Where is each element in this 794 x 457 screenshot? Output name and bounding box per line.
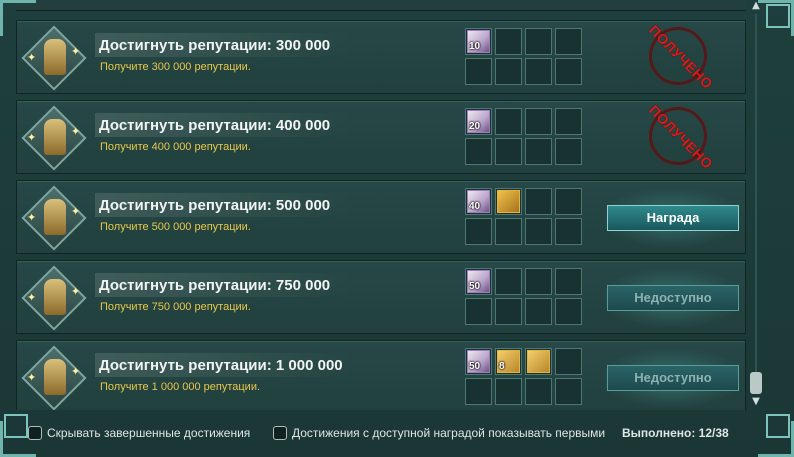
show-rewards-first-label: Достижения с доступной наградой показыва… — [292, 426, 606, 440]
claim-reward-button[interactable]: Награда — [607, 205, 739, 231]
reward-slot[interactable]: 50 — [465, 268, 492, 295]
frame-knot-icon — [766, 4, 790, 28]
reward-slot[interactable]: 50 — [465, 348, 492, 375]
achievement-description: Получите 500 000 репутации. — [100, 221, 251, 233]
reward-slot — [465, 378, 492, 405]
achievement-description: Получите 300 000 репутации. — [100, 61, 251, 73]
achievements-panel: ✦ ✦ Достигнуть репутации: 300 000 Получи… — [0, 0, 794, 457]
reward-slot — [525, 138, 552, 165]
received-stamp: ПОЛУЧЕНО — [641, 22, 717, 92]
treasure-chest-icon[interactable] — [527, 350, 550, 373]
reputation-statue-icon: ✦ ✦ — [21, 105, 87, 171]
reward-slot — [465, 58, 492, 85]
reward-slot — [555, 58, 582, 85]
item-count: 50 — [469, 361, 481, 372]
reward-slot — [555, 348, 582, 375]
reputation-token-icon[interactable]: 10 — [467, 30, 490, 53]
show-rewards-first-checkbox[interactable] — [273, 426, 287, 440]
reward-slot — [555, 108, 582, 135]
reputation-statue-icon: ✦ ✦ — [21, 185, 87, 251]
reputation-statue-icon: ✦ ✦ — [21, 265, 87, 331]
previous-row-edge — [16, 0, 746, 11]
reward-slot[interactable]: 8 — [495, 348, 522, 375]
reward-slot — [555, 268, 582, 295]
unavailable-button: Недоступно — [607, 365, 739, 391]
achievement-row: ✦ ✦ Достигнуть репутации: 750 000 Получи… — [16, 260, 746, 334]
reward-slot — [525, 218, 552, 245]
reward-slot[interactable] — [525, 348, 552, 375]
achievement-row: ✦ ✦ Достигнуть репутации: 1 000 000 Полу… — [16, 340, 746, 410]
item-count: 20 — [469, 121, 481, 132]
frame-knot-icon — [4, 414, 28, 438]
reward-slot — [525, 108, 552, 135]
completion-progress: Выполнено: 12/38 — [622, 426, 729, 440]
achievement-description: Получите 750 000 репутации. — [100, 301, 251, 313]
hide-completed-label: Скрывать завершенные достижения — [47, 426, 251, 440]
frame-corner-top-left — [0, 0, 36, 36]
achievement-title: Достигнуть репутации: 750 000 — [99, 277, 331, 294]
reward-slot — [465, 298, 492, 325]
achievement-title: Достигнуть репутации: 300 000 — [99, 37, 331, 54]
frame-knot-icon — [766, 414, 790, 438]
received-stamp: ПОЛУЧЕНО — [641, 102, 717, 172]
reward-slot — [555, 298, 582, 325]
reward-slot — [495, 298, 522, 325]
reward-slot — [555, 138, 582, 165]
reward-slot — [495, 268, 522, 295]
reward-slot — [555, 378, 582, 405]
item-count: 10 — [469, 41, 481, 52]
reward-slot — [525, 378, 552, 405]
reward-slot[interactable] — [495, 188, 522, 215]
reward-slot[interactable]: 20 — [465, 108, 492, 135]
reward-slot — [555, 28, 582, 55]
reputation-token-icon[interactable]: 50 — [467, 350, 490, 373]
reward-slot — [525, 268, 552, 295]
reward-slot[interactable]: 10 — [465, 28, 492, 55]
reward-slot — [525, 58, 552, 85]
achievement-description: Получите 1 000 000 репутации. — [100, 381, 261, 393]
achievement-title: Достигнуть репутации: 1 000 000 — [99, 357, 343, 374]
unavailable-button: Недоступно — [607, 285, 739, 311]
achievement-row: ✦ ✦ Достигнуть репутации: 500 000 Получи… — [16, 180, 746, 254]
reward-slot — [495, 58, 522, 85]
reward-slot — [555, 218, 582, 245]
achievement-title: Достигнуть репутации: 500 000 — [99, 197, 331, 214]
treasure-chest-icon[interactable]: 8 — [497, 350, 520, 373]
hide-completed-option[interactable]: Скрывать завершенные достижения — [28, 426, 250, 440]
achievement-description: Получите 400 000 репутации. — [100, 141, 251, 153]
achievement-list: ✦ ✦ Достигнуть репутации: 300 000 Получи… — [16, 12, 746, 410]
reward-slot — [525, 298, 552, 325]
reward-slot — [465, 138, 492, 165]
reward-slot[interactable]: 40 — [465, 188, 492, 215]
reward-slot — [525, 188, 552, 215]
scroll-down-icon[interactable]: ▼ — [750, 396, 762, 407]
item-count: 50 — [469, 281, 481, 292]
reputation-statue-icon: ✦ ✦ — [21, 345, 87, 410]
reputation-statue-icon: ✦ ✦ — [21, 25, 87, 91]
footer-bar: Скрывать завершенные достижения Достижен… — [0, 414, 794, 457]
reputation-token-icon[interactable]: 50 — [467, 270, 490, 293]
reward-slot — [495, 218, 522, 245]
reward-slot — [525, 28, 552, 55]
scroll-track[interactable] — [755, 14, 757, 394]
reward-slot — [555, 188, 582, 215]
scroll-thumb[interactable] — [750, 372, 762, 394]
show-rewards-first-option[interactable]: Достижения с доступной наградой показыва… — [273, 426, 605, 440]
reward-slot — [495, 378, 522, 405]
item-count: 8 — [499, 361, 505, 372]
reward-slot — [495, 108, 522, 135]
achievement-row: ✦ ✦ Достигнуть репутации: 300 000 Получи… — [16, 20, 746, 94]
scrollbar[interactable]: ▲ ▼ — [750, 0, 762, 410]
reputation-token-icon[interactable]: 40 — [467, 190, 490, 213]
item-count: 40 — [469, 201, 481, 212]
golden-scroll-icon[interactable] — [497, 190, 520, 213]
achievement-row: ✦ ✦ Достигнуть репутации: 400 000 Получи… — [16, 100, 746, 174]
reputation-token-icon[interactable]: 20 — [467, 110, 490, 133]
achievement-title: Достигнуть репутации: 400 000 — [99, 117, 331, 134]
reward-slot — [495, 28, 522, 55]
reward-slot — [465, 218, 492, 245]
reward-slot — [495, 138, 522, 165]
